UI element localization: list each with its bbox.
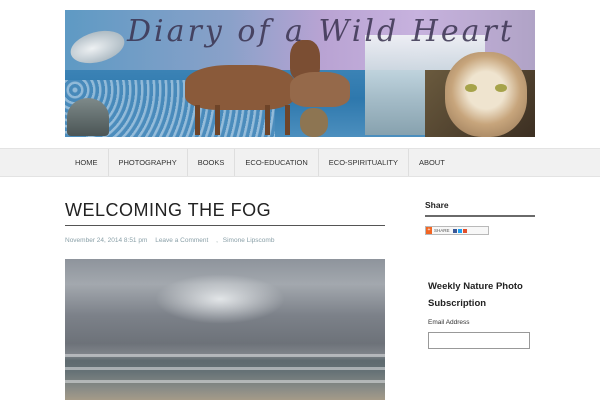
deer-image [290,72,350,107]
nav-item-eco-spirituality[interactable]: ECO-SPIRITUALITY [319,149,409,176]
elk-image [185,65,295,110]
cloud-light [155,274,285,324]
nav-item-about[interactable]: ABOUT [409,149,455,176]
wave-line [65,354,385,357]
elk-leg [265,105,270,135]
email-field-label: Email Address [428,319,470,326]
elk-leg [195,105,200,135]
email-icon [462,228,467,233]
iguana-image [67,98,109,136]
nav-item-eco-education[interactable]: ECO-EDUCATION [235,149,319,176]
email-field[interactable] [428,332,530,349]
plus-icon: + [426,227,432,234]
wave-line [65,367,385,370]
post-date[interactable]: November 24, 2014 8:51 pm [65,237,147,244]
main-navigation-bar: HOME PHOTOGRAPHY BOOKS ECO-EDUCATION ECO… [0,148,600,177]
elk-leg [285,105,290,135]
share-heading: Share [425,200,535,217]
site-title: Diary of a Wild Heart [127,14,515,49]
wave-line [65,380,385,383]
otter-image [300,108,328,137]
nav-item-photography[interactable]: PHOTOGRAPHY [109,149,188,176]
header-banner[interactable]: Diary of a Wild Heart [65,10,535,137]
subscription-heading: Weekly Nature Photo Subscription [428,281,523,309]
bobcat-eye [495,84,507,92]
nav-item-home[interactable]: HOME [65,149,109,176]
twitter-icon [457,228,462,233]
post-meta: November 24, 2014 8:51 pm Leave a Commen… [65,237,280,244]
facebook-icon [452,228,457,233]
comments-link[interactable]: Leave a Comment [155,237,208,244]
share-button-label: SHARE [434,228,450,233]
meta-separator: , [216,237,218,244]
elk-leg [215,105,220,135]
post-featured-image[interactable] [65,259,385,400]
bobcat-eye [465,84,477,92]
post-author[interactable]: Simone Lipscomb [223,237,275,244]
share-button[interactable]: + SHARE [425,226,489,235]
social-icons [452,228,467,233]
nav-item-books[interactable]: BOOKS [188,149,236,176]
post-title[interactable]: WELCOMING THE FOG [65,200,385,226]
bobcat-image [445,52,527,137]
main-menu: HOME PHOTOGRAPHY BOOKS ECO-EDUCATION ECO… [65,149,455,176]
